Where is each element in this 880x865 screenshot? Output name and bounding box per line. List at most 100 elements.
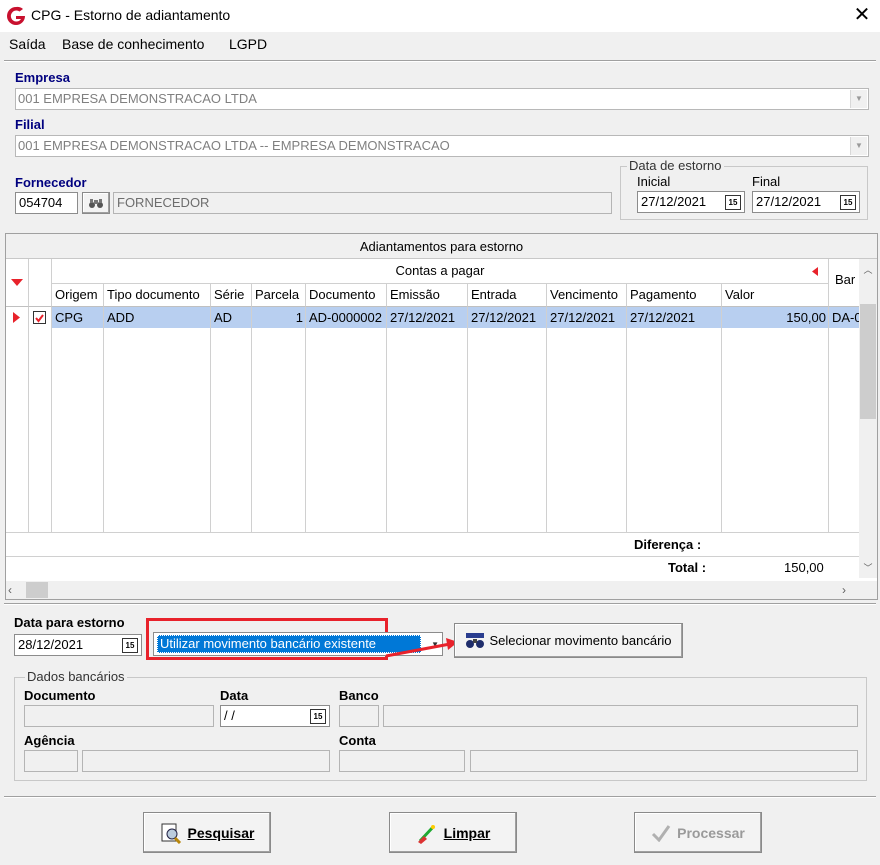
checkmark-icon bbox=[652, 824, 671, 842]
cell-valor[interactable]: 150,00 bbox=[722, 307, 829, 328]
data-estorno-input[interactable]: 28/12/2021 15 bbox=[14, 634, 142, 656]
data-field[interactable]: / / 15 bbox=[220, 705, 330, 727]
binoculars-icon bbox=[466, 632, 485, 648]
filial-value: 001 EMPRESA DEMONSTRACAO LTDA -- EMPRESA… bbox=[18, 138, 450, 153]
dados-bancarios-title: Dados bancários bbox=[25, 669, 127, 684]
processar-button[interactable]: Processar bbox=[634, 812, 762, 853]
empresa-select[interactable]: 001 EMPRESA DEMONSTRACAO LTDA ▼ bbox=[15, 88, 869, 110]
estorno-range-title: Data de estorno bbox=[627, 158, 724, 173]
vertical-scrollbar[interactable]: ︿ ﹀ bbox=[859, 259, 877, 578]
column-header-origem[interactable]: Origem bbox=[52, 284, 104, 307]
bank-column-header[interactable]: Bar bbox=[829, 259, 859, 307]
scrollbar-thumb[interactable] bbox=[860, 304, 876, 419]
scroll-up-icon[interactable]: ︿ bbox=[860, 263, 876, 275]
menu-item-base-conhecimento[interactable]: Base de conhecimento bbox=[62, 36, 204, 52]
movimento-selected: Utilizar movimento bancário existente bbox=[157, 635, 421, 653]
data-estorno-label: Data para estorno bbox=[14, 615, 125, 630]
selecionar-movimento-button[interactable]: Selecionar movimento bancário bbox=[454, 623, 683, 658]
grid-line bbox=[828, 307, 829, 532]
adiantamentos-grid[interactable]: Adiantamentos para estorno Contas a paga… bbox=[5, 233, 878, 600]
collapse-left-icon[interactable] bbox=[812, 267, 818, 276]
h-scrollbar-thumb[interactable] bbox=[26, 582, 48, 598]
final-date-input[interactable]: 27/12/2021 15 bbox=[752, 191, 860, 213]
column-header-vencimento[interactable]: Vencimento bbox=[547, 284, 627, 307]
grid-line bbox=[305, 307, 306, 532]
agencia-code-field bbox=[24, 750, 78, 772]
search-document-icon bbox=[161, 823, 181, 844]
processar-label: Processar bbox=[677, 824, 745, 841]
final-label: Final bbox=[752, 174, 781, 189]
group-header-label: Contas a pagar bbox=[395, 263, 485, 278]
eraser-icon bbox=[417, 824, 435, 844]
chevron-down-icon[interactable]: ▼ bbox=[850, 137, 867, 155]
cell-banco[interactable]: DA-0 bbox=[829, 307, 859, 328]
close-icon[interactable]: ✕ bbox=[850, 2, 874, 28]
cell-serie[interactable]: AD bbox=[211, 307, 252, 328]
column-header-pagamento[interactable]: Pagamento bbox=[627, 284, 722, 307]
diferenca-row: Diferença : bbox=[6, 532, 859, 556]
row-checkbox-cell[interactable] bbox=[29, 307, 52, 328]
final-date-value: 27/12/2021 bbox=[756, 194, 822, 209]
scroll-down-icon[interactable]: ﹀ bbox=[860, 561, 876, 573]
pesquisar-label: Pesquisar bbox=[187, 824, 255, 841]
horizontal-scrollbar[interactable]: ‹ › bbox=[6, 581, 877, 599]
sort-down-icon[interactable] bbox=[11, 279, 23, 287]
cell-emissao[interactable]: 27/12/2021 bbox=[387, 307, 468, 328]
fornecedor-code-input[interactable]: 054704 bbox=[15, 192, 78, 214]
menu-bar: Saída Base de conhecimento LGPD bbox=[0, 32, 880, 56]
grid-line bbox=[546, 307, 547, 532]
chevron-down-icon[interactable]: ▼ bbox=[850, 90, 867, 108]
documento-field bbox=[24, 705, 214, 727]
cell-parcela[interactable]: 1 bbox=[252, 307, 306, 328]
cell-tipo-documento[interactable]: ADD bbox=[104, 307, 211, 328]
column-header-parcela[interactable]: Parcela bbox=[252, 284, 306, 307]
empresa-label: Empresa bbox=[15, 70, 70, 85]
title-bar: CPG - Estorno de adiantamento ✕ bbox=[0, 0, 880, 32]
grid-line bbox=[251, 307, 252, 532]
calendar-icon[interactable]: 15 bbox=[840, 195, 856, 210]
row-checkbox[interactable] bbox=[33, 311, 46, 324]
calendar-icon[interactable]: 15 bbox=[725, 195, 741, 210]
menu-item-lgpd[interactable]: LGPD bbox=[229, 36, 267, 52]
cell-vencimento[interactable]: 27/12/2021 bbox=[547, 307, 627, 328]
arrow-annotation-icon bbox=[385, 638, 458, 658]
app-logo-icon bbox=[7, 6, 25, 25]
conta-desc-field bbox=[470, 750, 858, 772]
fornecedor-search-button[interactable] bbox=[82, 192, 110, 214]
inicial-date-input[interactable]: 27/12/2021 15 bbox=[637, 191, 745, 213]
pesquisar-button[interactable]: Pesquisar bbox=[143, 812, 271, 853]
scroll-left-icon[interactable]: ‹ bbox=[8, 583, 12, 597]
total-row: Total : 150,00 bbox=[6, 556, 859, 578]
cell-origem[interactable]: CPG bbox=[52, 307, 104, 328]
column-header-entrada[interactable]: Entrada bbox=[468, 284, 547, 307]
checkmark-icon bbox=[35, 314, 44, 323]
documento-label: Documento bbox=[24, 688, 96, 703]
column-header-valor[interactable]: Valor bbox=[722, 284, 829, 307]
row-indicator[interactable] bbox=[6, 307, 29, 328]
cell-entrada[interactable]: 27/12/2021 bbox=[468, 307, 547, 328]
cell-documento[interactable]: AD-0000002 bbox=[306, 307, 387, 328]
window-title: CPG - Estorno de adiantamento bbox=[31, 7, 231, 23]
indicator-header bbox=[6, 259, 29, 307]
scroll-right-icon[interactable]: › bbox=[842, 583, 846, 597]
agencia-name-field bbox=[82, 750, 330, 772]
filial-select[interactable]: 001 EMPRESA DEMONSTRACAO LTDA -- EMPRESA… bbox=[15, 135, 869, 157]
cell-pagamento[interactable]: 27/12/2021 bbox=[627, 307, 722, 328]
banco-name-field bbox=[383, 705, 858, 727]
grid-line bbox=[51, 307, 52, 532]
menu-item-saida[interactable]: Saída bbox=[9, 36, 46, 52]
data-estorno-value: 28/12/2021 bbox=[18, 637, 84, 652]
limpar-label: Limpar bbox=[443, 824, 491, 841]
calendar-icon[interactable]: 15 bbox=[310, 709, 326, 724]
diferenca-label: Diferença : bbox=[634, 537, 702, 552]
column-header-documento[interactable]: Documento bbox=[306, 284, 387, 307]
total-label: Total : bbox=[668, 560, 707, 575]
column-header-tipo-documento[interactable]: Tipo documento bbox=[104, 284, 211, 307]
limpar-button[interactable]: Limpar bbox=[389, 812, 517, 853]
calendar-icon[interactable]: 15 bbox=[122, 638, 138, 653]
banco-code-field bbox=[339, 705, 379, 727]
total-value: 150,00 bbox=[784, 560, 824, 575]
column-header-emissao[interactable]: Emissão bbox=[387, 284, 468, 307]
grid-title: Adiantamentos para estorno bbox=[6, 234, 877, 259]
column-header-serie[interactable]: Série bbox=[211, 284, 252, 307]
